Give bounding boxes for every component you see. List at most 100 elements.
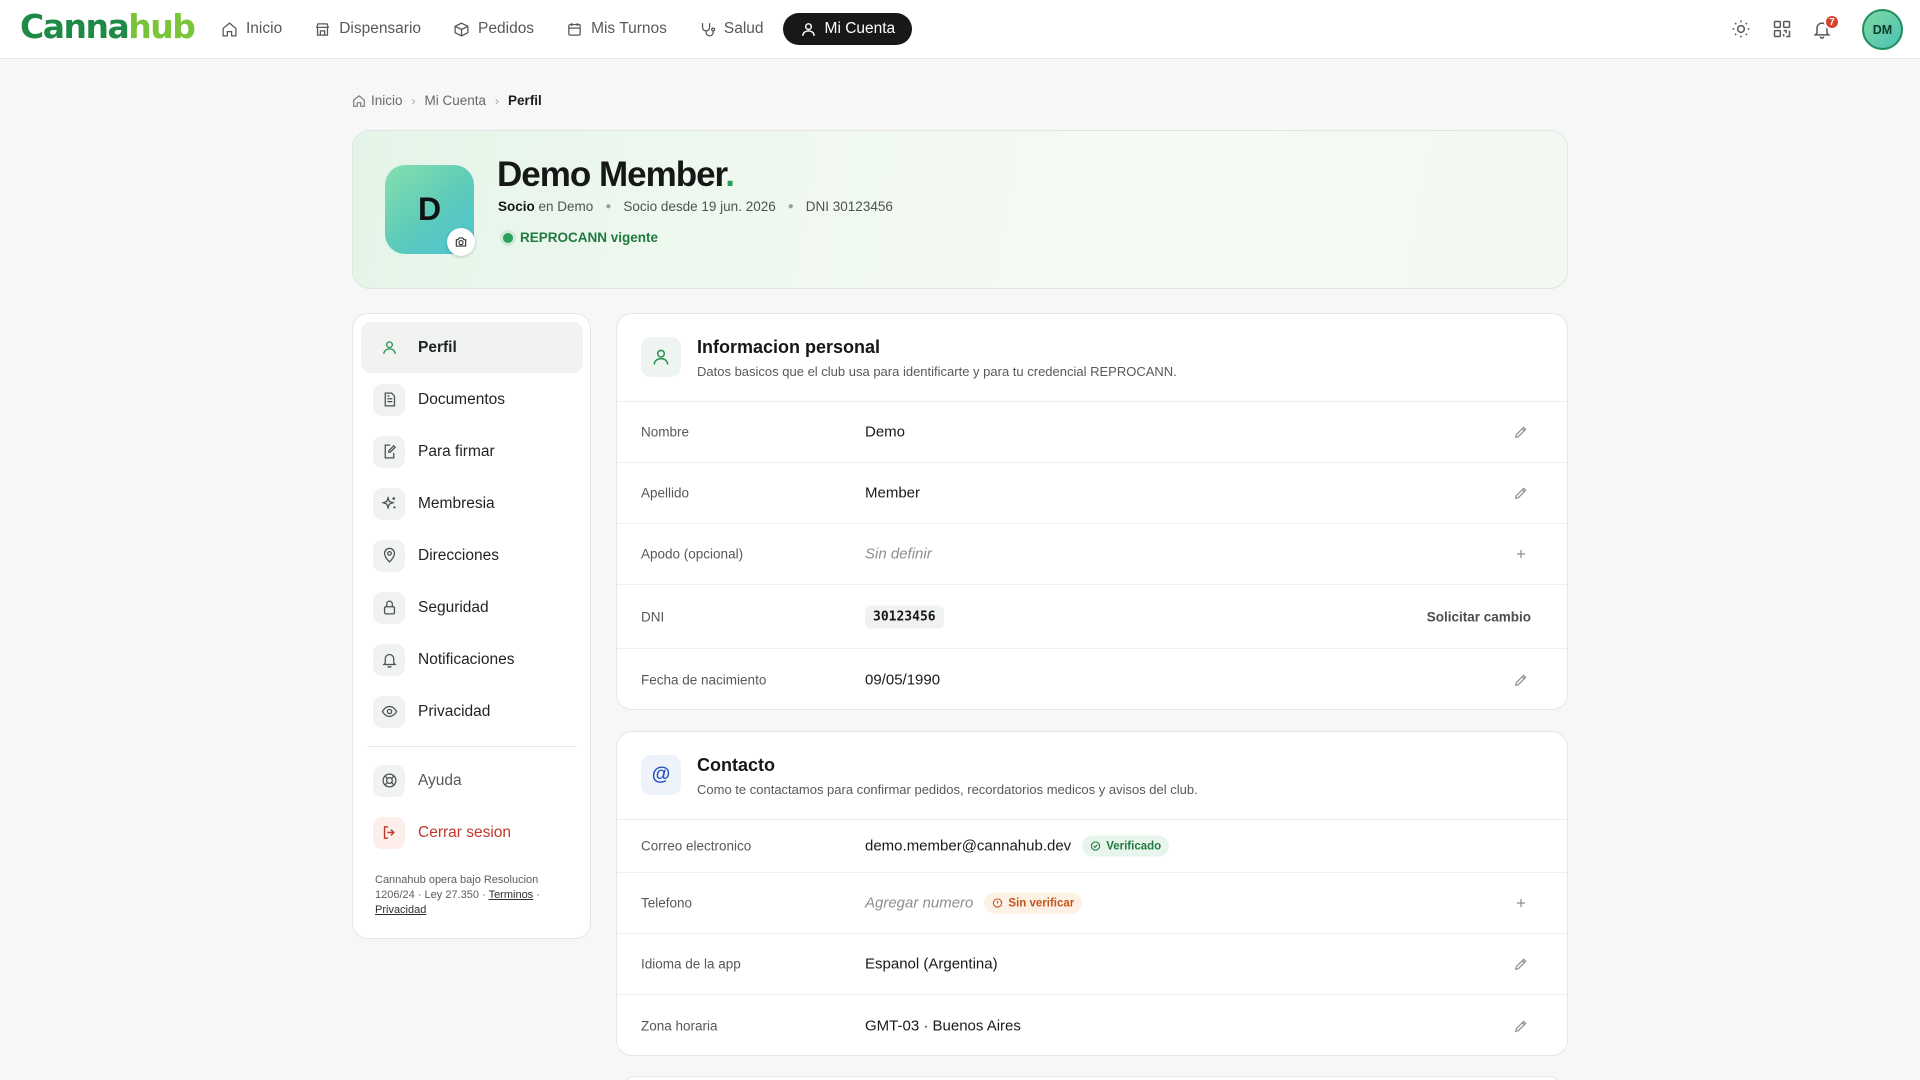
nav-item-salud[interactable]: Salud xyxy=(686,13,777,45)
personal-info-card: Informacion personal Datos basicos que e… xyxy=(616,313,1568,710)
qr-code-icon xyxy=(1772,19,1794,39)
stethoscope-icon xyxy=(699,21,716,38)
pencil-icon[interactable] xyxy=(1513,672,1529,688)
user-icon xyxy=(373,332,405,364)
unverified-badge: Sin verificar xyxy=(984,892,1083,914)
main-nav: Inicio Dispensario Pedidos Mis Turnos Sa… xyxy=(208,13,913,45)
card-title: Informacion personal xyxy=(697,337,881,357)
nav-item-mi-cuenta[interactable]: Mi Cuenta xyxy=(782,13,913,45)
check-circle-icon xyxy=(1090,841,1101,852)
field-row-idioma: Idioma de la app Espanol (Argentina) xyxy=(617,934,1567,995)
side-item-notificaciones[interactable]: Notificaciones xyxy=(361,634,583,685)
theme-toggle-button[interactable] xyxy=(1731,19,1753,41)
chevron-right-icon: › xyxy=(411,93,416,108)
pencil-icon[interactable] xyxy=(1513,485,1529,501)
field-row-nombre: Nombre Demo xyxy=(617,402,1567,463)
user-icon xyxy=(641,337,681,377)
field-row-apodo: Apodo (opcional) Sin definir xyxy=(617,524,1567,585)
sun-icon xyxy=(1731,19,1753,39)
next-card-edge xyxy=(624,1076,1560,1080)
user-avatar[interactable]: DM xyxy=(1862,9,1903,50)
reprocann-status-badge: REPROCANN vigente xyxy=(503,230,658,245)
side-item-ayuda[interactable]: Ayuda xyxy=(361,755,583,806)
plus-icon[interactable] xyxy=(1513,546,1529,562)
side-divider xyxy=(367,746,577,747)
top-navbar: Cannahub Inicio Dispensario Pedidos Mis … xyxy=(0,0,1920,59)
breadcrumb: Inicio › Mi Cuenta › Perfil xyxy=(352,93,542,108)
card-subtitle: Como te contactamos para confirmar pedid… xyxy=(697,782,1198,797)
profile-dni: DNI 30123456 xyxy=(805,199,893,214)
at-sign-icon: @ xyxy=(641,755,681,795)
card-title: Contacto xyxy=(697,755,775,775)
lock-icon xyxy=(373,591,405,624)
side-item-membresia[interactable]: Membresia xyxy=(361,478,583,529)
breadcrumb-home[interactable]: Inicio xyxy=(352,93,403,108)
camera-icon xyxy=(454,235,468,249)
separator-dot: ● xyxy=(605,201,612,212)
side-item-seguridad[interactable]: Seguridad xyxy=(361,582,583,633)
legal-footer: Cannahub opera bajo Resolucion 1206/24 ·… xyxy=(375,874,540,916)
logout-button[interactable]: Cerrar sesion xyxy=(361,807,583,858)
card-subtitle: Datos basicos que el club usa para ident… xyxy=(697,364,1177,379)
log-out-icon xyxy=(373,816,405,849)
life-buoy-icon xyxy=(373,764,405,797)
personal-info-header: Informacion personal Datos basicos que e… xyxy=(617,314,1567,402)
change-photo-button[interactable] xyxy=(447,228,475,256)
profile-header-card: D Demo Member. Socio en Demo ● Socio des… xyxy=(352,130,1568,289)
breadcrumb-current: Perfil xyxy=(508,93,542,108)
package-icon xyxy=(453,21,470,38)
store-icon xyxy=(314,21,331,38)
email-value: demo.member@cannahub.dev xyxy=(865,837,1072,855)
side-item-direcciones[interactable]: Direcciones xyxy=(361,530,583,581)
file-pen-icon xyxy=(373,435,405,468)
field-row-dni: DNI 30123456 Solicitar cambio xyxy=(617,585,1567,649)
user-icon xyxy=(800,21,817,38)
profile-role: Socio en Demo xyxy=(498,199,594,214)
nav-item-mis-turnos[interactable]: Mis Turnos xyxy=(553,13,680,45)
terms-link[interactable]: Terminos xyxy=(489,889,534,901)
pencil-icon[interactable] xyxy=(1513,1018,1529,1034)
calendar-icon xyxy=(566,21,583,38)
field-row-fecha-nacimiento: Fecha de nacimiento 09/05/1990 xyxy=(617,649,1567,709)
dni-value: 30123456 xyxy=(865,605,944,628)
side-item-documentos[interactable]: Documentos xyxy=(361,374,583,425)
alert-circle-icon xyxy=(992,898,1003,909)
side-item-para-firmar[interactable]: Para firmar xyxy=(361,426,583,477)
home-icon xyxy=(221,21,238,38)
qr-code-button[interactable] xyxy=(1772,19,1794,41)
bell-icon xyxy=(373,643,405,676)
breadcrumb-mi-cuenta[interactable]: Mi Cuenta xyxy=(425,93,487,108)
field-row-correo: Correo electronico demo.member@cannahub.… xyxy=(617,820,1567,873)
pencil-icon[interactable] xyxy=(1513,956,1529,972)
privacy-link[interactable]: Privacidad xyxy=(375,904,426,916)
profile-name: Demo Member. xyxy=(497,155,735,194)
notification-count-badge: 7 xyxy=(1824,14,1840,30)
field-row-zona-horaria: Zona horaria GMT-03 · Buenos Aires xyxy=(617,995,1567,1055)
profile-meta: Socio en Demo ● Socio desde 19 jun. 2026… xyxy=(498,199,893,214)
sparkles-icon xyxy=(373,487,405,520)
cannahub-logo[interactable]: Cannahub xyxy=(20,4,196,50)
file-text-icon xyxy=(373,383,405,416)
separator-dot: ● xyxy=(787,201,794,212)
request-change-button[interactable]: Solicitar cambio xyxy=(1427,609,1531,624)
verified-badge: Verificado xyxy=(1082,835,1170,857)
nav-item-inicio[interactable]: Inicio xyxy=(208,13,295,45)
chevron-right-icon: › xyxy=(495,93,500,108)
pencil-icon[interactable] xyxy=(1513,424,1529,440)
account-side-menu: Perfil Documentos Para firmar Membresia … xyxy=(352,313,591,939)
contact-card: @ Contacto Como te contactamos para conf… xyxy=(616,731,1568,1056)
field-row-apellido: Apellido Member xyxy=(617,463,1567,524)
plus-icon[interactable] xyxy=(1513,895,1529,911)
status-dot-icon xyxy=(503,232,513,243)
side-item-privacidad[interactable]: Privacidad xyxy=(361,686,583,737)
nav-item-pedidos[interactable]: Pedidos xyxy=(440,13,547,45)
phone-placeholder: Agregar numero xyxy=(865,894,974,912)
notifications-button[interactable]: 7 xyxy=(1812,14,1840,41)
home-icon xyxy=(352,94,366,108)
nav-item-dispensario[interactable]: Dispensario xyxy=(301,13,434,45)
side-item-perfil[interactable]: Perfil xyxy=(361,322,583,373)
member-since: Socio desde 19 jun. 2026 xyxy=(623,199,776,214)
field-row-telefono: Telefono Agregar numero Sin verificar xyxy=(617,873,1567,934)
map-pin-icon xyxy=(373,539,405,572)
contact-header: @ Contacto Como te contactamos para conf… xyxy=(617,732,1567,820)
